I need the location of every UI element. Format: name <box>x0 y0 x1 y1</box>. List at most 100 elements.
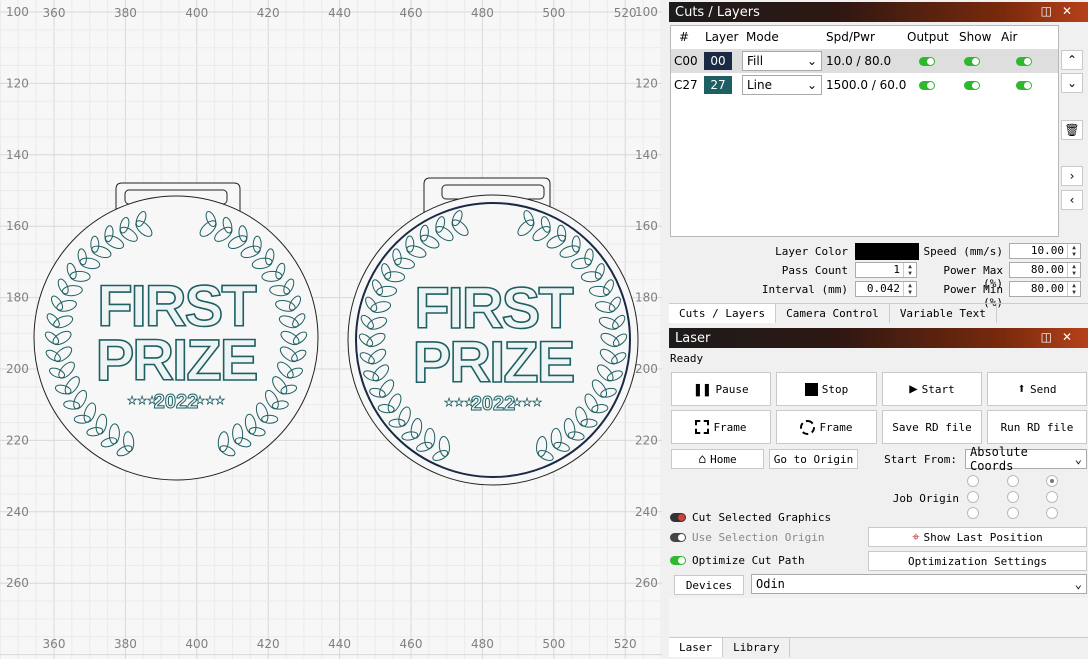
tab-variable-text[interactable]: Variable Text <box>890 304 997 323</box>
show-last-position-button[interactable]: ⌖ Show Last Position <box>868 527 1087 547</box>
float-icon[interactable]: ◫ <box>1041 4 1062 18</box>
panel-window-buttons[interactable]: ◫✕ <box>1041 330 1082 344</box>
show-toggle[interactable] <box>964 80 980 90</box>
interval-spinner[interactable]: 0.042 ▲ ▼ <box>855 281 917 297</box>
devices-button[interactable]: Devices <box>674 575 744 595</box>
cuts-panel-titlebar: Cuts / Layers ◫✕ <box>669 2 1088 22</box>
collapse-button[interactable]: ‹ <box>1061 190 1083 210</box>
use-selection-origin-toggle[interactable] <box>670 533 686 542</box>
pause-label: Pause <box>715 382 749 396</box>
origin-radio-br[interactable] <box>1046 507 1058 519</box>
header-mode: Mode <box>746 30 779 44</box>
spinner-arrows-icon[interactable]: ▲ ▼ <box>903 263 916 277</box>
layer-swatch[interactable]: 00 <box>704 52 732 70</box>
air-toggle[interactable] <box>1016 80 1032 90</box>
air-toggle[interactable] <box>1016 56 1032 66</box>
close-icon[interactable]: ✕ <box>1062 330 1082 344</box>
origin-radio-ml[interactable] <box>967 491 979 503</box>
ruler-x-label-bottom: 420 <box>257 637 280 651</box>
origin-radio-tc[interactable] <box>1007 475 1019 487</box>
origin-radio-tl[interactable] <box>967 475 979 487</box>
ruler-x-label-top: 380 <box>114 6 137 20</box>
stop-button[interactable]: Stop <box>776 372 877 406</box>
table-row[interactable]: C27 27 Line ⌄ 1500.0 / 60.0 <box>671 73 1058 97</box>
pass-count-value: 1 <box>893 263 900 276</box>
origin-radio-mr[interactable] <box>1046 491 1058 503</box>
run-rd-button[interactable]: Run RD file <box>987 410 1087 444</box>
pause-button[interactable]: ❚❚ Pause <box>671 372 771 406</box>
show-toggle[interactable] <box>964 56 980 66</box>
close-icon[interactable]: ✕ <box>1062 4 1082 18</box>
tab-camera-control[interactable]: Camera Control <box>776 304 890 323</box>
move-down-button[interactable]: ⌄ <box>1061 73 1083 93</box>
layer-color-label: Layer Color <box>775 245 848 258</box>
float-icon[interactable]: ◫ <box>1041 330 1062 344</box>
stop-icon <box>804 382 818 396</box>
tab-cuts-layers[interactable]: Cuts / Layers <box>669 304 777 323</box>
chevron-down-icon: ⌄ <box>1074 577 1082 591</box>
row-num: C27 <box>674 78 698 92</box>
delete-layer-button[interactable]: 🗑 <box>1061 120 1083 140</box>
use-selection-origin-option[interactable]: Use Selection Origin <box>670 531 824 544</box>
cuts-layers-table: # Layer Mode Spd/Pwr Output Show Air C00… <box>670 25 1059 237</box>
mode-select[interactable]: Fill ⌄ <box>742 51 822 71</box>
output-toggle[interactable] <box>919 80 935 90</box>
cut-selected-toggle[interactable] <box>670 513 686 522</box>
upload-icon: ⬆ <box>1017 381 1026 397</box>
job-origin-label: Job Origin <box>892 492 959 505</box>
ruler-y-label-left: 180 <box>6 291 29 305</box>
star-icon: ★ <box>464 396 474 409</box>
power-min-spinner[interactable]: 80.00 ▲ ▼ <box>1009 281 1081 297</box>
optimize-cut-toggle[interactable] <box>670 556 686 565</box>
tab-laser[interactable]: Laser <box>669 638 724 657</box>
star-icon: ★ <box>127 394 137 407</box>
origin-radio-bl[interactable] <box>967 507 979 519</box>
star-icon: ★ <box>147 394 157 407</box>
panel-window-buttons[interactable]: ◫✕ <box>1041 4 1082 18</box>
send-button[interactable]: ⬆ Send <box>987 372 1087 406</box>
optimization-settings-button[interactable]: Optimization Settings <box>868 551 1087 571</box>
design-canvas[interactable]: 360 360 380 380 400 400 420 420 440 440 460 460 480 4… <box>0 0 662 659</box>
frame-rect-button[interactable]: Frame <box>671 410 771 444</box>
workspace-svg[interactable]: 360 360 380 380 400 400 420 420 440 440 460 460 480 4… <box>0 0 662 659</box>
start-label: Start <box>921 382 955 396</box>
origin-radio-tr[interactable] <box>1046 475 1058 487</box>
output-toggle[interactable] <box>919 56 935 66</box>
ruler-x-label-top: 520 <box>614 6 637 20</box>
origin-radio-mc[interactable] <box>1007 491 1019 503</box>
optimize-cut-label: Optimize Cut Path <box>692 554 805 567</box>
layer-color-swatch[interactable] <box>855 243 919 260</box>
cut-selected-option[interactable]: Cut Selected Graphics <box>670 511 831 524</box>
expand-button[interactable]: › <box>1061 166 1083 186</box>
star-icon: ★ <box>205 394 215 407</box>
header-spdpwr: Spd/Pwr <box>826 30 875 44</box>
stop-label: Stop <box>821 382 849 396</box>
speed-spinner[interactable]: 10.00 ▲ ▼ <box>1009 243 1081 259</box>
home-button[interactable]: ⌂ Home <box>671 449 764 469</box>
save-rd-button[interactable]: Save RD file <box>882 410 982 444</box>
origin-radio-bc[interactable] <box>1007 507 1019 519</box>
optimize-cut-option[interactable]: Optimize Cut Path <box>670 554 805 567</box>
mode-select[interactable]: Line ⌄ <box>742 75 822 95</box>
medal-title-line2: PRIZE <box>96 328 257 393</box>
spinner-arrows-icon[interactable]: ▲ ▼ <box>903 282 916 296</box>
ruler-x-label-top: 440 <box>328 6 351 20</box>
tab-library[interactable]: Library <box>723 638 791 657</box>
spinner-arrows-icon[interactable]: ▲ ▼ <box>1067 244 1080 258</box>
device-select[interactable]: Odin ⌄ <box>751 574 1087 594</box>
layer-swatch[interactable]: 27 <box>704 76 732 94</box>
ruler-y-label-left: 220 <box>6 433 29 447</box>
start-from-select[interactable]: Absolute Coords ⌄ <box>965 445 1087 473</box>
pass-count-spinner[interactable]: 1 ▲ ▼ <box>855 262 917 278</box>
table-row[interactable]: C00 00 Fill ⌄ 10.0 / 80.0 <box>671 49 1058 73</box>
go-to-origin-button[interactable]: Go to Origin <box>769 449 858 469</box>
spinner-arrows-icon[interactable]: ▲ ▼ <box>1067 282 1080 296</box>
move-up-button[interactable]: ⌃ <box>1061 50 1083 70</box>
power-max-spinner[interactable]: 80.00 ▲ ▼ <box>1009 262 1081 278</box>
spinner-arrows-icon[interactable]: ▲ ▼ <box>1067 263 1080 277</box>
start-button[interactable]: ▶ Start <box>882 372 982 406</box>
ruler-y-label-left: 240 <box>6 505 29 519</box>
interval-label: Interval (mm) <box>761 283 848 296</box>
frame-circle-button[interactable]: Frame <box>776 410 877 444</box>
use-selection-origin-label: Use Selection Origin <box>692 531 825 544</box>
